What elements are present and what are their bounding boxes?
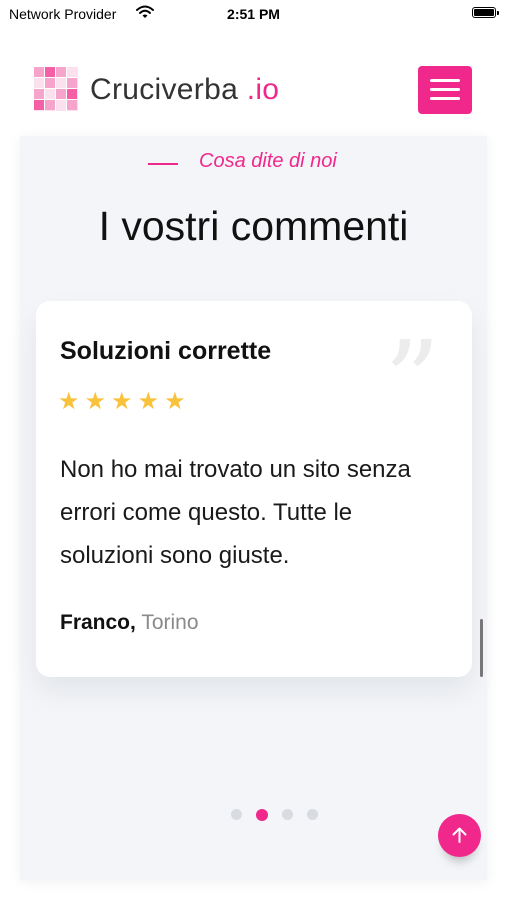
status-bar: Network Provider 2:51 PM: [0, 0, 507, 30]
carousel-dot[interactable]: [282, 809, 293, 821]
star-icon: ★: [164, 388, 186, 415]
menu-button[interactable]: [418, 66, 472, 114]
star-icon: ★: [84, 388, 107, 415]
quote-icon: ”: [384, 317, 441, 445]
author-name: Franco,: [60, 611, 136, 634]
clock: 2:51 PM: [227, 6, 280, 22]
testimonial-author: Franco, Torino: [60, 611, 199, 635]
rating-stars: ★ ★ ★ ★ ★: [58, 390, 191, 414]
carousel-pagination: [231, 806, 332, 824]
logo-suffix: .io: [246, 73, 280, 106]
battery-icon: [472, 7, 499, 18]
section-subtitle: Cosa dite di noi: [199, 150, 337, 172]
star-icon: ★: [58, 388, 80, 415]
arrow-up-icon: [452, 827, 467, 843]
back-to-top-button[interactable]: [438, 814, 481, 857]
section-title: I vostri commenti: [98, 203, 409, 249]
subtitle-dash: [148, 163, 178, 165]
logo-grid-icon[interactable]: [34, 67, 78, 116]
testimonial-text: Non ho mai trovato un sito senza errori …: [60, 456, 411, 569]
site-logo[interactable]: Cruciverba .io: [90, 73, 279, 107]
logo-name: Cruciverba: [90, 73, 239, 106]
testimonial-title: Soluzioni corrette: [60, 337, 272, 365]
scrollbar-thumb[interactable]: [480, 619, 483, 677]
author-city: Torino: [141, 611, 199, 634]
carousel-dot[interactable]: [256, 808, 268, 821]
star-icon: ★: [137, 388, 160, 415]
carousel-dot[interactable]: [231, 809, 242, 821]
carousel-dot[interactable]: [307, 809, 318, 821]
star-icon: ★: [111, 388, 133, 415]
